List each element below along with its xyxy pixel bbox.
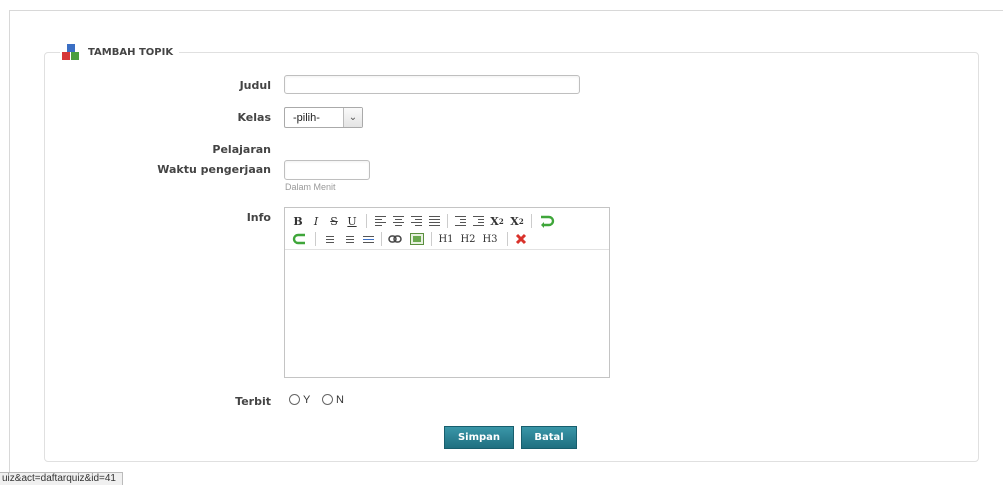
kelas-label: Kelas: [237, 111, 271, 124]
underline-button[interactable]: U: [346, 213, 358, 229]
waktu-label: Waktu pengerjaan: [157, 163, 271, 176]
form-legend: TAMBAH TOPIK: [60, 43, 180, 61]
waktu-input[interactable]: [284, 160, 370, 180]
toolbar-divider: [447, 214, 448, 228]
info-editor[interactable]: B I S U X2 X2 H1 H2 H3: [284, 207, 610, 378]
terbit-option-y: Y: [303, 394, 311, 406]
terbit-radio-n[interactable]: [322, 394, 333, 405]
waktu-hint: Dalam Menit: [285, 182, 336, 192]
subscript-button[interactable]: X2: [489, 213, 505, 229]
info-label: Info: [246, 211, 271, 224]
bold-button[interactable]: B: [292, 213, 304, 229]
align-left-icon[interactable]: [373, 213, 387, 229]
terbit-radio-y[interactable]: [289, 394, 300, 405]
editor-content[interactable]: [285, 250, 609, 377]
superscript-letter: X: [510, 214, 519, 228]
toolbar-divider: [381, 232, 382, 246]
toolbar-divider: [431, 232, 432, 246]
status-bar-url: uiz&act=daftarquiz&id=41: [0, 472, 123, 485]
save-button[interactable]: Simpan: [444, 426, 514, 449]
strikethrough-button[interactable]: S: [328, 213, 340, 229]
kelas-select[interactable]: -pilih- ⌄: [284, 107, 363, 128]
outdent-icon[interactable]: [453, 213, 467, 229]
horizontal-rule-icon[interactable]: [361, 231, 375, 247]
judul-input[interactable]: [284, 75, 580, 94]
pelajaran-label: Pelajaran: [212, 143, 271, 156]
chevron-down-icon[interactable]: ⌄: [343, 108, 362, 127]
kelas-selected-value: -pilih-: [293, 112, 320, 124]
remove-format-icon[interactable]: [513, 231, 529, 247]
indent-icon[interactable]: [471, 213, 485, 229]
undo-icon[interactable]: [292, 231, 308, 247]
heading1-button[interactable]: H1: [437, 231, 455, 247]
align-right-icon[interactable]: [409, 213, 423, 229]
terbit-option-n: N: [336, 394, 344, 406]
heading3-button[interactable]: H3: [481, 231, 499, 247]
toolbar-divider: [366, 214, 367, 228]
toolbar-divider: [315, 232, 316, 246]
toolbar-divider: [531, 214, 532, 228]
ordered-list-icon[interactable]: [321, 231, 335, 247]
blocks-icon: [62, 44, 80, 60]
subscript-mark: 2: [498, 216, 504, 226]
form-title: TAMBAH TOPIK: [88, 46, 174, 58]
cancel-button[interactable]: Batal: [521, 426, 577, 449]
link-icon[interactable]: [387, 231, 403, 247]
toolbar-divider: [507, 232, 508, 246]
align-justify-icon[interactable]: [427, 213, 441, 229]
image-icon[interactable]: [409, 231, 425, 247]
italic-button[interactable]: I: [310, 213, 322, 229]
terbit-label: Terbit: [235, 395, 271, 408]
subscript-letter: X: [490, 214, 499, 228]
unordered-list-icon[interactable]: [341, 231, 355, 247]
editor-toolbar: B I S U X2 X2 H1 H2 H3: [285, 208, 609, 250]
align-center-icon[interactable]: [391, 213, 405, 229]
redo-icon[interactable]: [537, 213, 557, 229]
superscript-button[interactable]: X2: [509, 213, 525, 229]
judul-label: Judul: [239, 79, 271, 92]
superscript-mark: 2: [518, 216, 524, 226]
heading2-button[interactable]: H2: [459, 231, 477, 247]
